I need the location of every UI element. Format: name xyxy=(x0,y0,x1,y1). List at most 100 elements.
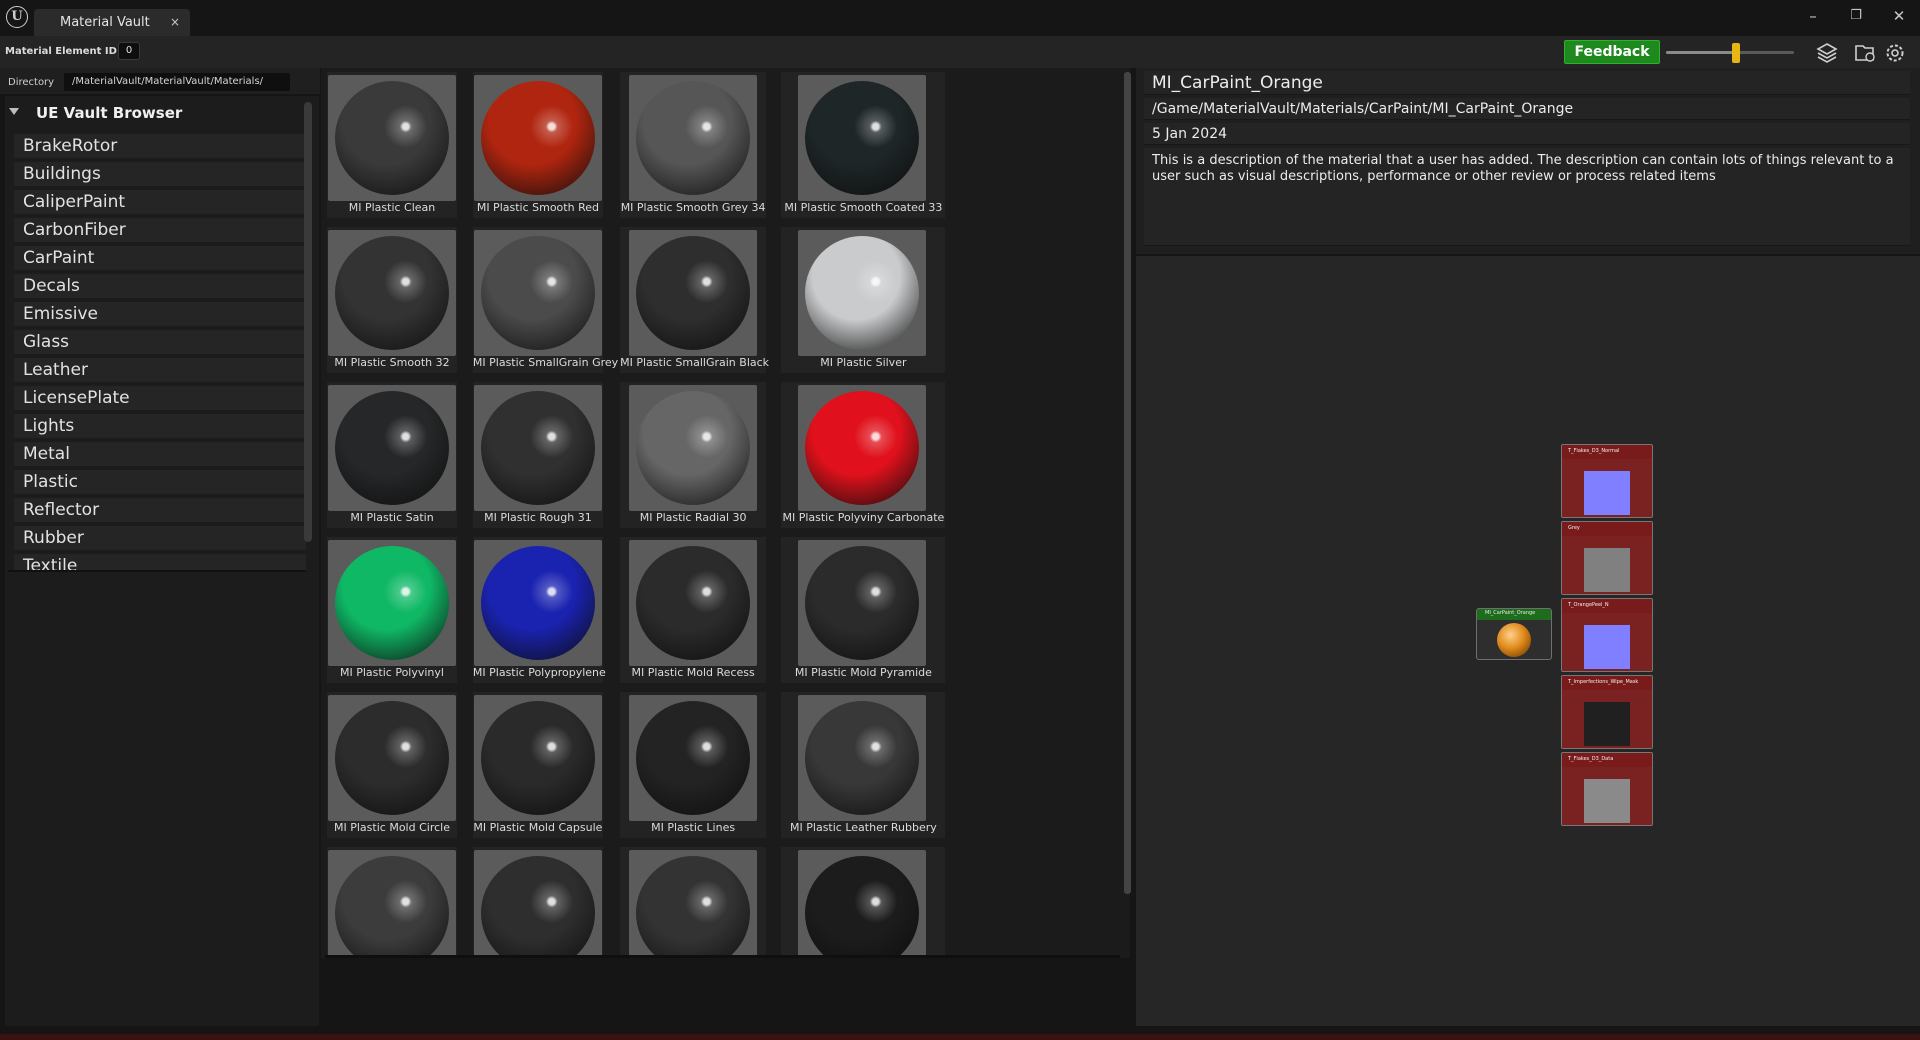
material-tile[interactable]: MI Plastic Polyvinyl xyxy=(327,537,457,683)
texture-node-title: T_OrangePeel_N xyxy=(1562,599,1652,613)
sidebar-item-buildings[interactable]: Buildings xyxy=(14,162,306,186)
material-tile[interactable]: MI Plastic Clean xyxy=(327,72,457,218)
material-thumbnail xyxy=(798,230,927,356)
material-sphere xyxy=(805,391,920,505)
material-tile[interactable]: MI Plastic SmallGrain Black xyxy=(620,227,770,373)
material-thumbnail xyxy=(473,540,602,666)
material-tile[interactable] xyxy=(472,847,603,958)
material-thumbnail xyxy=(629,385,758,511)
directory-bar: Directory /MaterialVault/MaterialVault/M… xyxy=(0,68,320,94)
material-label: MI Plastic SmallGrain Black xyxy=(620,356,770,369)
sidebar-scrollbar[interactable] xyxy=(304,102,312,542)
sidebar-item-decals[interactable]: Decals xyxy=(14,274,306,298)
material-label: MI Plastic Mold Pyramide xyxy=(794,666,932,679)
folder-settings-icon[interactable] xyxy=(1854,42,1876,64)
close-icon[interactable]: ✕ xyxy=(1889,6,1909,26)
material-label: MI Plastic Smooth 32 xyxy=(334,356,450,369)
material-sphere xyxy=(805,81,920,195)
zoom-slider-thumb[interactable] xyxy=(1732,43,1741,63)
material-thumbnail xyxy=(629,695,758,821)
material-label: MI Plastic Satin xyxy=(350,511,434,524)
grid-scrollbar[interactable] xyxy=(1124,72,1131,894)
material-name: MI_CarPaint_Orange xyxy=(1144,71,1910,95)
sidebar-item-carpaint[interactable]: CarPaint xyxy=(14,246,306,270)
material-tile[interactable]: MI Plastic Mold Capsule xyxy=(472,692,603,838)
sidebar-item-brakerotor[interactable]: BrakeRotor xyxy=(14,134,306,158)
sidebar-item-lights[interactable]: Lights xyxy=(14,414,306,438)
material-description: This is a description of the material th… xyxy=(1144,148,1910,246)
restore-icon[interactable]: ❐ xyxy=(1846,6,1866,26)
unreal-logo-icon[interactable]: U xyxy=(6,6,28,28)
material-grid: MI Plastic Clean MI Plastic Smooth Red MI … xyxy=(321,68,1130,958)
sidebar-item-emissive[interactable]: Emissive xyxy=(14,302,306,326)
material-tile[interactable]: MI Plastic SmallGrain Grey xyxy=(472,227,619,373)
sidebar-item-glass[interactable]: Glass xyxy=(14,330,306,354)
vault-browser-header[interactable]: UE Vault Browser xyxy=(5,100,305,124)
material-label: MI Plastic Radial 30 xyxy=(639,511,747,524)
sidebar-item-caliperpaint[interactable]: CaliperPaint xyxy=(14,190,306,214)
minimize-icon[interactable]: – xyxy=(1803,6,1823,26)
collapse-arrow-icon[interactable] xyxy=(9,108,19,115)
material-tile[interactable]: MI Plastic Silver xyxy=(781,227,946,373)
material-label: MI Plastic Leather Rubbery xyxy=(790,821,937,834)
material-tile[interactable]: MI Plastic Polypropylene xyxy=(472,537,606,683)
material-output-node[interactable]: MI_CarPaint_Orange xyxy=(1476,608,1552,660)
directory-label: Directory xyxy=(8,77,55,88)
material-tile[interactable]: MI Plastic Satin xyxy=(327,382,457,528)
material-tile[interactable]: MI Plastic Smooth Coated 33 xyxy=(781,72,946,218)
texture-node[interactable]: T_Flakes_D3_Data xyxy=(1561,752,1653,826)
tab-material-vault[interactable]: Material Vault × xyxy=(34,9,190,36)
gear-icon[interactable] xyxy=(1884,42,1906,64)
texture-node-title: T_Flakes_D3_Normal xyxy=(1562,445,1652,459)
material-tile[interactable] xyxy=(327,847,457,958)
material-thumbnail xyxy=(473,385,602,511)
zoom-slider[interactable] xyxy=(1666,51,1794,54)
material-tile[interactable] xyxy=(620,847,767,958)
material-sphere xyxy=(636,81,751,195)
material-tile[interactable]: MI Plastic Rough 31 xyxy=(472,382,603,528)
sidebar-item-metal[interactable]: Metal xyxy=(14,442,306,466)
material-tile[interactable]: MI Plastic Smooth 32 xyxy=(327,227,457,373)
material-tile[interactable] xyxy=(781,847,946,958)
material-tile[interactable]: MI Plastic Mold Circle xyxy=(327,692,457,838)
material-tile[interactable]: MI Plastic Polyviny Carbonate xyxy=(781,382,946,528)
material-sphere xyxy=(480,391,595,505)
material-sphere xyxy=(636,391,751,505)
sidebar-item-leather[interactable]: Leather xyxy=(14,358,306,382)
texture-node[interactable]: T_Imperfections_Wipe_Mask xyxy=(1561,675,1653,749)
material-node-title: MI_CarPaint_Orange xyxy=(1477,609,1551,620)
material-tile[interactable]: MI Plastic Mold Recess xyxy=(620,537,767,683)
material-tile[interactable]: MI Plastic Mold Pyramide xyxy=(781,537,946,683)
material-tile[interactable]: MI Plastic Radial 30 xyxy=(620,382,767,528)
sidebar-item-carbonfiber[interactable]: CarbonFiber xyxy=(14,218,306,242)
directory-field[interactable]: /MaterialVault/MaterialVault/Materials/ xyxy=(64,73,290,91)
sidebar-item-licenseplate[interactable]: LicensePlate xyxy=(14,386,306,410)
material-thumbnail xyxy=(629,75,758,201)
material-label: MI Plastic SmallGrain Grey xyxy=(472,356,619,369)
status-strip xyxy=(0,1034,1920,1040)
texture-node[interactable]: T_Flakes_D3_Normal xyxy=(1561,444,1653,518)
material-tile[interactable]: MI Plastic Smooth Red xyxy=(472,72,603,218)
material-element-id-field[interactable]: 0 xyxy=(118,42,140,60)
sidebar-item-plastic[interactable]: Plastic xyxy=(14,470,306,494)
grid-horizontal-scrollbar[interactable] xyxy=(325,955,1120,958)
material-path: /Game/MaterialVault/Materials/CarPaint/M… xyxy=(1144,98,1910,120)
material-tile[interactable]: MI Plastic Smooth Grey 34 xyxy=(620,72,767,218)
feedback-button[interactable]: Feedback xyxy=(1564,40,1660,64)
material-sphere xyxy=(805,701,920,815)
material-tile[interactable]: MI Plastic Leather Rubbery xyxy=(781,692,946,838)
texture-node[interactable]: T_OrangePeel_N xyxy=(1561,598,1653,672)
tab-close-icon[interactable]: × xyxy=(170,15,180,29)
sidebar-item-reflector[interactable]: Reflector xyxy=(14,498,306,522)
material-sphere xyxy=(805,546,920,660)
sidebar-item-rubber[interactable]: Rubber xyxy=(14,526,306,550)
material-thumbnail xyxy=(798,75,927,201)
layers-icon[interactable] xyxy=(1816,42,1838,64)
material-label: MI Plastic Mold Circle xyxy=(334,821,450,834)
material-tile[interactable]: MI Plastic Lines xyxy=(620,692,767,838)
material-thumbnail xyxy=(328,540,456,666)
material-label: MI Plastic Mold Recess xyxy=(631,666,755,679)
sidebar-item-textile[interactable]: Textile xyxy=(14,554,306,570)
texture-node[interactable]: Grey xyxy=(1561,521,1653,595)
title-bar: U Material Vault × – ❐ ✕ xyxy=(0,0,1920,36)
